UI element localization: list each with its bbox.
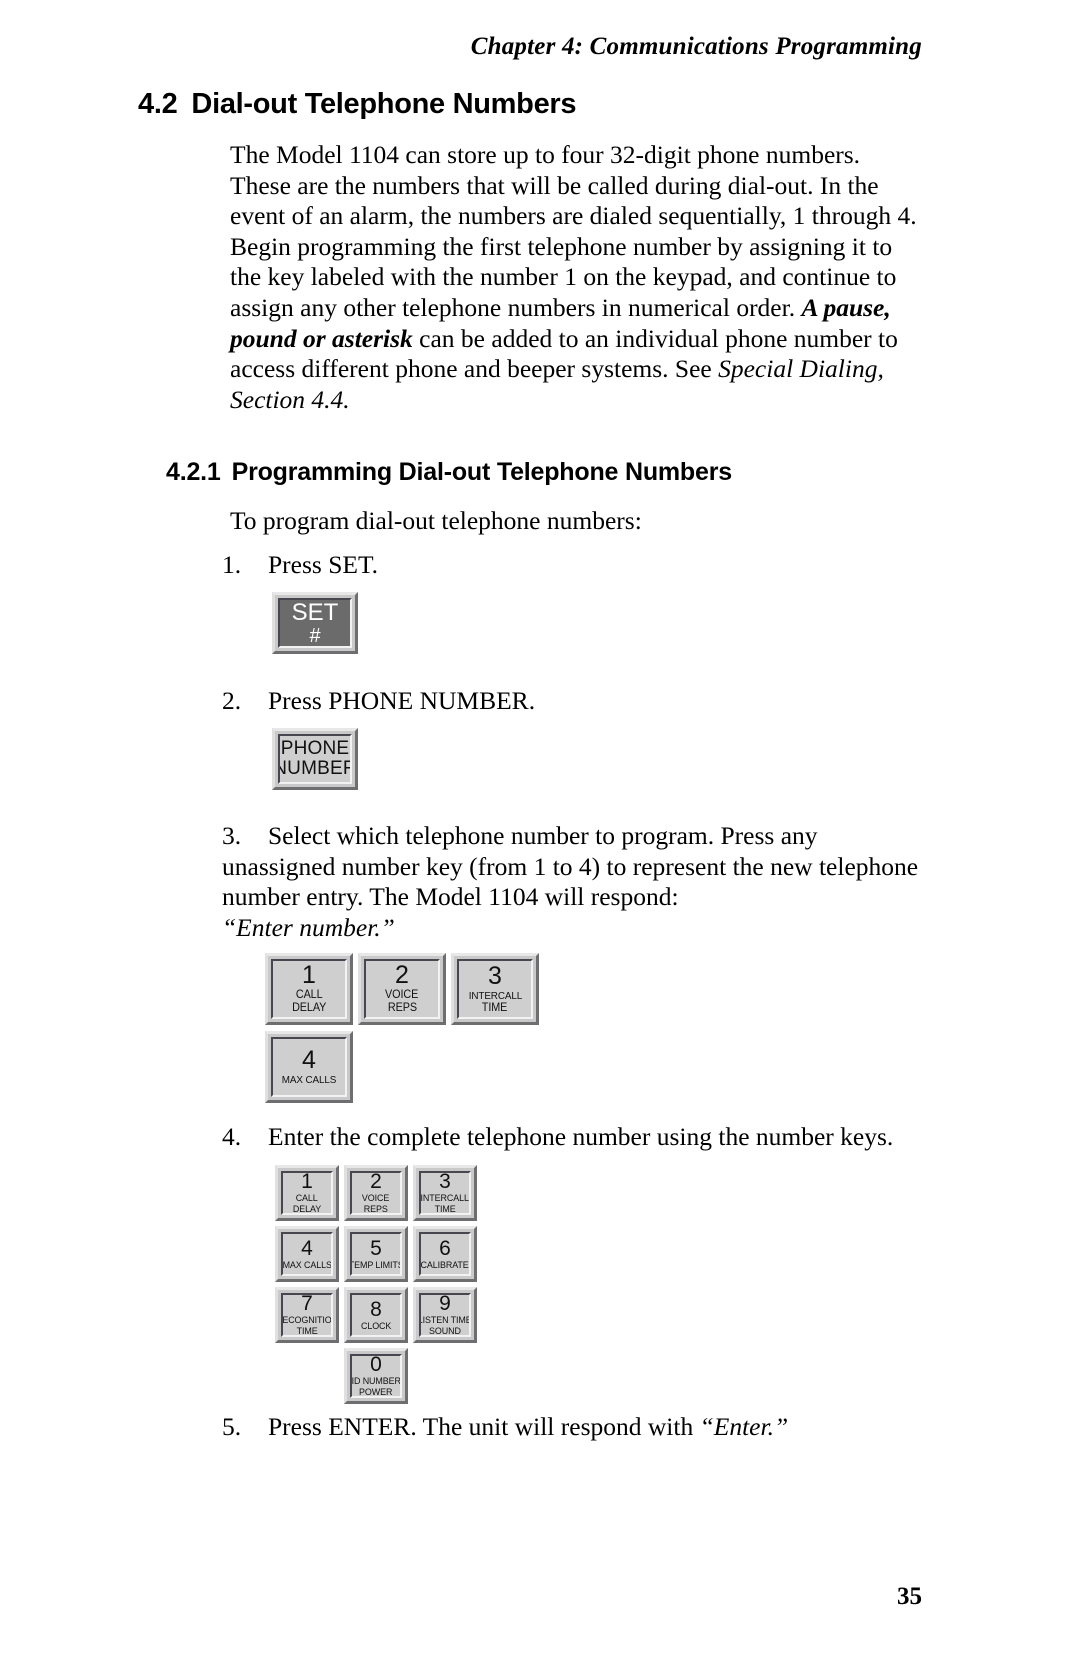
key-4[interactable]: 4 MAX CALLS [265, 1031, 353, 1103]
key-1-label-1: CALL [295, 989, 323, 1001]
key-9[interactable]: 9 LISTEN TIME SOUND [413, 1287, 477, 1343]
key-2-digit: 2 [395, 961, 409, 989]
key-1[interactable]: 1 CALL DELAY [275, 1165, 339, 1221]
key-2[interactable]: 2 VOICE REPS [344, 1165, 408, 1221]
keypad-row: 4 MAX CALLS [265, 1031, 544, 1109]
key-7[interactable]: 7 RECOGNITION TIME [275, 1287, 339, 1343]
key-3-digit: 3 [439, 1171, 451, 1193]
key-3[interactable]: 3 INTERCALL TIME [451, 953, 539, 1025]
key-1[interactable]: 1 CALL DELAY [265, 953, 353, 1025]
page-number: 35 [897, 1583, 922, 1610]
key-phone-number[interactable]: PHONE NUMBER [272, 728, 358, 790]
key-set[interactable]: SET # [272, 592, 358, 654]
step-item: 5. Press ENTER. The unit will respond wi… [222, 1412, 934, 1443]
key-6-digit: 6 [439, 1236, 451, 1260]
step-item: 1. Press SET. [222, 550, 934, 581]
key-9-label-2: SOUND [429, 1326, 461, 1337]
keypad-graphic-full: 1 CALL DELAY 2 VOICE REPS 3 INTERCALL TI… [275, 1165, 482, 1409]
key-phone-line-1: PHONE [280, 738, 350, 759]
section-4-2-paragraph: The Model 1104 can store up to four 32-d… [230, 140, 920, 415]
key-3-label-1: INTERCALL [468, 989, 522, 1002]
step-text: Press ENTER. The unit will respond with … [268, 1412, 788, 1441]
key-0-label-1: ID NUMBER [351, 1376, 401, 1387]
step-text: Press SET. [268, 550, 379, 579]
key-3-digit: 3 [488, 961, 502, 990]
key-4-label-1: MAX CALLS [282, 1259, 332, 1271]
key-2[interactable]: 2 VOICE REPS [358, 953, 446, 1025]
section-heading-4-2-1: 4.2.1 Programming Dial-out Telephone Numb… [166, 458, 732, 487]
step-text-main: Press ENTER. The unit will respond with [268, 1412, 700, 1441]
step-marker: 2. [222, 686, 242, 715]
key-set-sublabel: # [309, 624, 321, 647]
key-3[interactable]: 3 INTERCALL TIME [413, 1165, 477, 1221]
keypad-row: 7 RECOGNITION TIME 8 CLOCK 9 LISTEN TIME… [275, 1287, 482, 1348]
key-2-label-1: VOICE [362, 1193, 390, 1204]
step-item: 4. Enter the complete telephone number u… [222, 1122, 934, 1153]
key-4-label-1: MAX CALLS [281, 1074, 337, 1086]
key-4-digit: 4 [302, 1046, 316, 1074]
section-number-4-2: 4.2 [138, 88, 178, 120]
section-title-4-2: Dial-out Telephone Numbers [191, 88, 577, 120]
phone-number-key-graphic: PHONE NUMBER [272, 728, 358, 790]
key-1-label-2: DELAY [291, 1002, 327, 1014]
key-9-label-1: LISTEN TIME [419, 1315, 471, 1326]
section-title-4-2-1: Programming Dial-out Telephone Numbers [231, 458, 733, 486]
step-item: 3. Select which telephone number to prog… [222, 821, 934, 943]
key-3-label-1: INTERCALL [420, 1193, 470, 1204]
keypad-graphic-1-to-4: 1 CALL DELAY 2 VOICE REPS 3 INTERCALL TI… [265, 953, 544, 1109]
key-1-label-2: DELAY [292, 1204, 322, 1215]
section-number-4-2-1: 4.2.1 [166, 458, 221, 486]
key-2-label-1: VOICE [385, 989, 419, 1001]
keypad-row: 1 CALL DELAY 2 VOICE REPS 3 INTERCALL TI… [265, 953, 544, 1031]
key-7-label-2: TIME [296, 1326, 318, 1337]
section-4-2-1-lead: To program dial-out telephone numbers: [230, 506, 642, 535]
step-text: Select which telephone number to program… [222, 821, 918, 942]
running-head: Chapter 4: Communications Programming [470, 33, 922, 60]
key-8-label-1: CLOCK [360, 1320, 392, 1332]
key-7-digit: 7 [301, 1293, 313, 1315]
key-8-digit: 8 [370, 1297, 382, 1321]
key-2-label-2: REPS [364, 1204, 388, 1215]
key-1-digit: 1 [302, 961, 316, 989]
key-4-digit: 4 [301, 1236, 313, 1260]
keypad-row: 0 ID NUMBER POWER [344, 1348, 482, 1409]
key-set-label: SET [291, 598, 339, 626]
keypad-row: 4 MAX CALLS 5 TEMP LIMITS 6 CALIBRATE [275, 1226, 482, 1287]
set-key-graphic: SET # [272, 592, 358, 654]
step-marker: 3. [222, 821, 242, 850]
key-4[interactable]: 4 MAX CALLS [275, 1226, 339, 1282]
key-1-label-1: CALL [296, 1193, 318, 1204]
step-marker: 5. [222, 1412, 242, 1441]
key-2-label-2: REPS [387, 1002, 417, 1014]
document-page: Chapter 4: Communications Programming 4.… [0, 0, 1080, 1669]
key-1-digit: 1 [301, 1171, 313, 1193]
keypad-row: 1 CALL DELAY 2 VOICE REPS 3 INTERCALL TI… [275, 1165, 482, 1226]
key-0[interactable]: 0 ID NUMBER POWER [344, 1348, 408, 1404]
key-6[interactable]: 6 CALIBRATE [413, 1226, 477, 1282]
key-phone-line-2: NUMBER [280, 758, 350, 779]
key-5-label-1: TEMP LIMITS [350, 1259, 402, 1271]
step-text-quote: “Enter number.” [222, 912, 395, 942]
step-text-main: Select which telephone number to program… [222, 821, 919, 912]
key-6-label-1: CALIBRATE [420, 1259, 470, 1271]
key-5[interactable]: 5 TEMP LIMITS [344, 1226, 408, 1282]
section-heading-4-2: 4.2 Dial-out Telephone Numbers [138, 88, 577, 121]
key-3-label-2: TIME [482, 1001, 508, 1014]
step-item: 2. Press PHONE NUMBER. [222, 686, 934, 717]
key-2-digit: 2 [370, 1171, 382, 1193]
step-marker: 1. [222, 550, 242, 579]
key-5-digit: 5 [370, 1236, 382, 1260]
key-9-digit: 9 [439, 1293, 451, 1315]
key-7-label-1: RECOGNITION [282, 1315, 332, 1326]
step-text: Press PHONE NUMBER. [268, 686, 536, 715]
step-text-quote: “Enter.” [699, 1412, 789, 1441]
step-marker: 4. [222, 1122, 242, 1151]
key-0-digit: 0 [370, 1354, 382, 1376]
key-8[interactable]: 8 CLOCK [344, 1287, 408, 1343]
step-text: Enter the complete telephone number usin… [268, 1122, 894, 1151]
key-3-label-2: TIME [434, 1204, 456, 1215]
key-0-label-2: POWER [359, 1387, 393, 1398]
